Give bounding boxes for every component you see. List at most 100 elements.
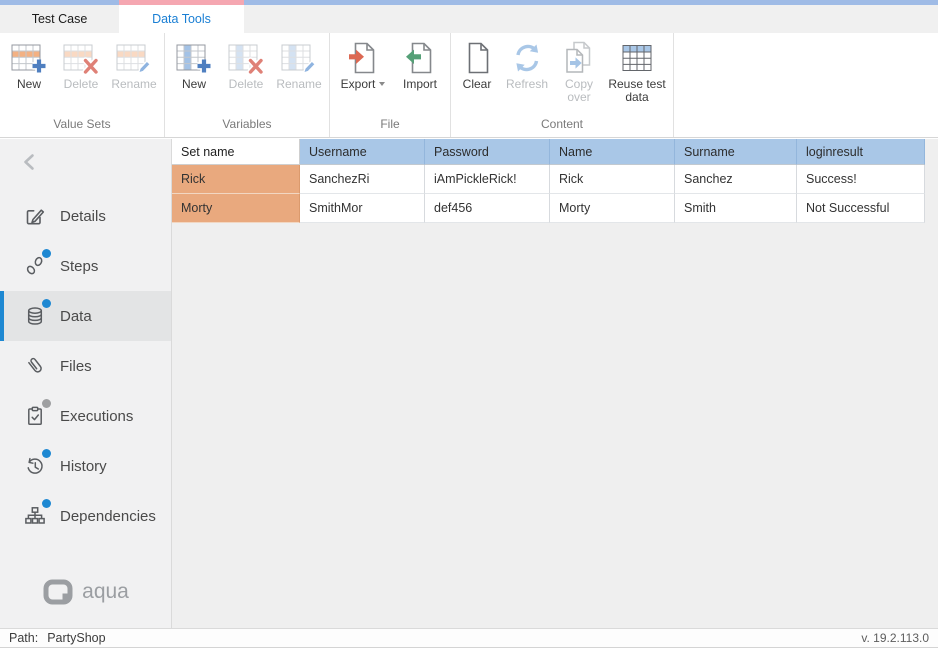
export-icon — [348, 41, 378, 75]
history-clock-icon — [24, 455, 46, 477]
import-icon — [405, 41, 435, 75]
aqua-logo-text: aqua — [82, 580, 129, 604]
sidebar-item-label: Data — [60, 308, 92, 325]
main-area: Details Steps — [0, 139, 938, 628]
column-header-set-name[interactable]: Set name — [172, 139, 300, 165]
button-label: Refresh — [506, 78, 548, 91]
table-cell[interactable]: iAmPickleRick! — [425, 165, 550, 194]
button-label: New — [17, 78, 41, 91]
edit-icon — [24, 205, 46, 227]
refresh-button: Refresh — [501, 40, 553, 92]
table-cell[interactable]: Not Successful — [797, 194, 925, 223]
table-cell[interactable]: Success! — [797, 165, 925, 194]
sidebar-item-executions[interactable]: Executions — [0, 391, 171, 441]
sidebar-item-data[interactable]: Data — [0, 291, 171, 341]
ribbon-group-label: File — [333, 116, 447, 137]
import-button[interactable]: Import — [394, 40, 446, 92]
path-value: PartyShop — [47, 631, 105, 645]
table-cell[interactable]: Sanchez — [675, 165, 797, 194]
footsteps-icon — [24, 255, 46, 277]
notification-badge — [42, 399, 51, 408]
table-cell[interactable]: SmithMor — [300, 194, 425, 223]
delete-value-set-button: Delete — [56, 40, 106, 92]
rename-variable-button: Rename — [273, 40, 325, 92]
sidebar-item-label: Executions — [60, 408, 133, 425]
table-cell[interactable]: Morty — [550, 194, 675, 223]
set-name-cell[interactable]: Morty — [172, 194, 300, 223]
notification-badge — [42, 449, 51, 458]
ribbon-group-content: Clear Refresh — [451, 33, 674, 137]
button-label: Copy over — [557, 78, 601, 104]
sidebar-nav: Details Steps — [0, 191, 171, 541]
ribbon-tab-bar: Test Case Data Tools — [0, 5, 938, 33]
aqua-logo-icon — [42, 578, 74, 606]
button-label: Clear — [463, 78, 492, 91]
data-panel: Set name Username Password Name Surname … — [172, 139, 938, 628]
version-text: v. 19.2.113.0 — [861, 631, 929, 645]
notification-badge — [42, 299, 51, 308]
delete-variable-button: Delete — [221, 40, 271, 92]
path-label: Path: — [9, 631, 38, 645]
status-bar: Path: PartyShop v. 19.2.113.0 — [0, 628, 938, 648]
export-button[interactable]: Export — [334, 40, 392, 92]
tab-test-case[interactable]: Test Case — [0, 5, 119, 33]
button-label: Export — [341, 78, 386, 91]
sidebar-item-history[interactable]: History — [0, 441, 171, 491]
sidebar-item-steps[interactable]: Steps — [0, 241, 171, 291]
clear-button[interactable]: Clear — [455, 40, 499, 92]
ribbon-group-variables: New Delete Rename Variables — [165, 33, 330, 137]
new-value-set-icon — [10, 41, 48, 75]
notification-badge — [42, 499, 51, 508]
button-label: New — [182, 78, 206, 91]
sidebar-collapse-button[interactable] — [20, 152, 40, 172]
ribbon: New Delete Rename Value Sets New — [0, 33, 938, 138]
new-value-set-button[interactable]: New — [4, 40, 54, 92]
copy-over-icon — [562, 41, 596, 75]
sidebar-item-label: Details — [60, 208, 106, 225]
new-variable-icon — [175, 41, 213, 75]
button-label: Rename — [276, 78, 321, 91]
table-cell[interactable]: Rick — [550, 165, 675, 194]
reuse-test-data-button[interactable]: Reuse test data — [605, 40, 669, 105]
ribbon-group-label: Variables — [168, 116, 326, 137]
ribbon-group-label: Value Sets — [3, 116, 161, 137]
table-cell[interactable]: SanchezRi — [300, 165, 425, 194]
table-cell[interactable]: def456 — [425, 194, 550, 223]
table-row: Rick SanchezRi iAmPickleRick! Rick Sanch… — [172, 165, 925, 194]
ribbon-group-label: Content — [454, 116, 670, 137]
button-label: Delete — [64, 78, 99, 91]
database-icon — [24, 305, 46, 327]
table-header-row: Set name Username Password Name Surname … — [172, 139, 925, 165]
org-chart-icon — [24, 505, 46, 527]
column-header-loginresult[interactable]: loginresult — [797, 139, 925, 165]
column-header-password[interactable]: Password — [425, 139, 550, 165]
rename-value-set-button: Rename — [108, 40, 160, 92]
refresh-icon — [511, 41, 543, 75]
rename-variable-icon — [280, 41, 318, 75]
delete-variable-icon — [227, 41, 265, 75]
new-variable-button[interactable]: New — [169, 40, 219, 92]
ribbon-group-file: Export Import File — [330, 33, 451, 137]
sidebar-item-dependencies[interactable]: Dependencies — [0, 491, 171, 541]
reuse-test-data-icon — [620, 41, 654, 75]
sidebar-item-label: Steps — [60, 258, 98, 275]
button-label: Import — [403, 78, 437, 91]
ribbon-group-value-sets: New Delete Rename Value Sets — [0, 33, 165, 137]
sidebar-item-label: Dependencies — [60, 508, 156, 525]
table-cell[interactable]: Smith — [675, 194, 797, 223]
column-header-username[interactable]: Username — [300, 139, 425, 165]
copy-over-button: Copy over — [555, 40, 603, 105]
notification-badge — [42, 249, 51, 258]
sidebar: Details Steps — [0, 139, 172, 628]
sidebar-item-details[interactable]: Details — [0, 191, 171, 241]
value-sets-table: Set name Username Password Name Surname … — [172, 139, 925, 223]
sidebar-item-label: Files — [60, 358, 92, 375]
clear-page-icon — [462, 41, 492, 75]
sidebar-item-files[interactable]: Files — [0, 341, 171, 391]
column-header-name[interactable]: Name — [550, 139, 675, 165]
column-header-surname[interactable]: Surname — [675, 139, 797, 165]
set-name-cell[interactable]: Rick — [172, 165, 300, 194]
clipboard-check-icon — [24, 405, 46, 427]
rename-value-set-icon — [115, 41, 153, 75]
tab-data-tools[interactable]: Data Tools — [119, 5, 244, 33]
